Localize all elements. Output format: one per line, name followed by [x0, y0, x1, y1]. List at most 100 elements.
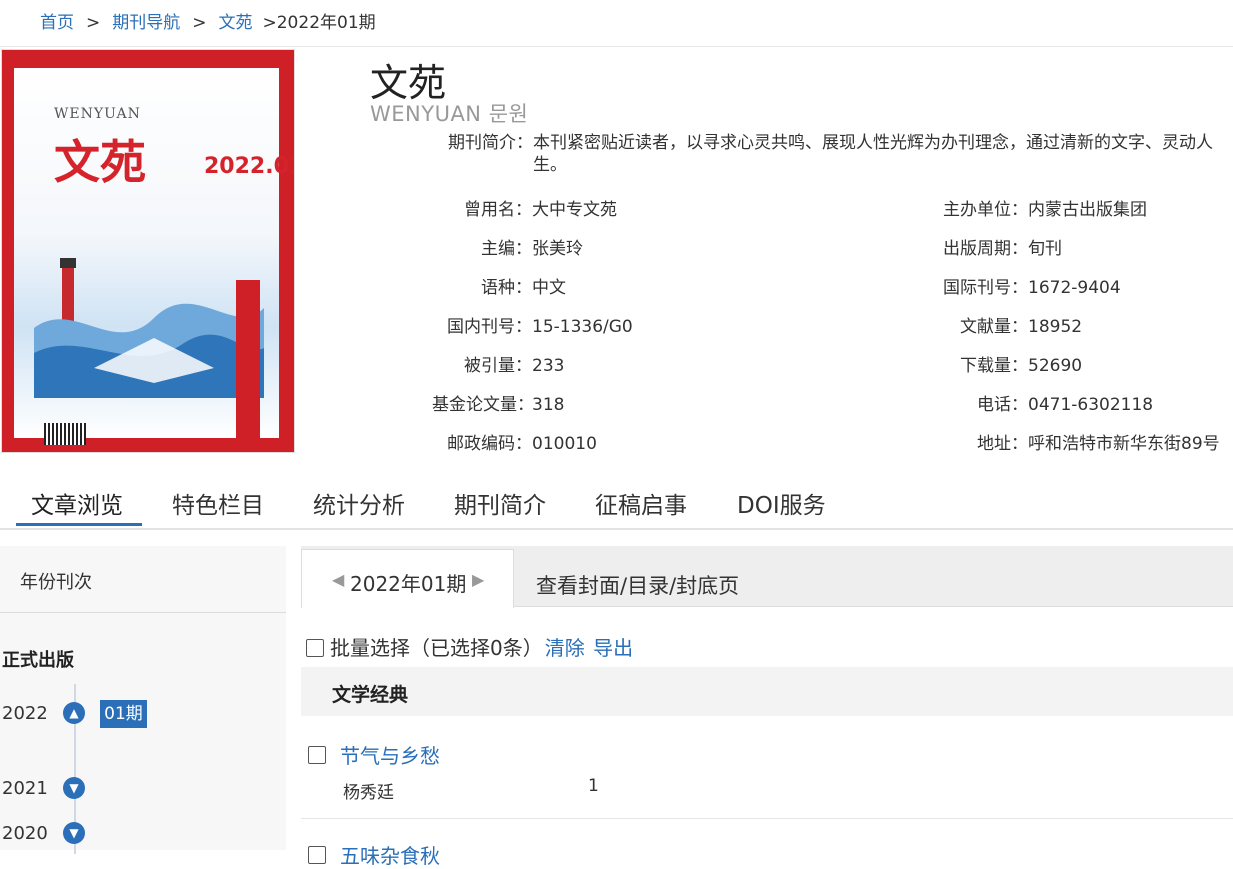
- article-title-link[interactable]: 五味杂食秋: [340, 840, 440, 869]
- info-value: 内蒙古出版集团: [1028, 200, 1147, 220]
- export-button[interactable]: 导出: [593, 636, 633, 660]
- info-key: 出版周期：: [943, 239, 1028, 259]
- info-value: 18952: [1028, 317, 1083, 337]
- info-cn-number: 国内刊号：15-1336/G0: [432, 312, 633, 337]
- info-key: 电话：: [977, 395, 1028, 415]
- list-item: 节气与乡愁 杨秀廷 1: [301, 730, 1233, 819]
- info-value: 中文: [532, 278, 566, 298]
- breadcrumb-current: >2022年01期: [262, 13, 376, 33]
- batch-select-label: 批量选择（已选择0条）: [330, 636, 543, 660]
- info-funded-papers: 基金论文量：318: [432, 390, 564, 415]
- info-sponsor: 主办单位：内蒙古出版集团: [938, 195, 1147, 220]
- breadcrumb-separator: >: [192, 13, 207, 33]
- cover-illustration: [34, 258, 264, 398]
- info-downloads: 下载量：52690: [938, 351, 1082, 376]
- current-issue-tab[interactable]: ◀ 2022年01期 ▶: [301, 549, 514, 608]
- year-label-2022: 2022: [2, 703, 48, 724]
- info-chief-editor: 主编：张美玲: [432, 234, 583, 259]
- section-header: 文学经典: [301, 667, 1233, 716]
- info-key: 曾用名：: [464, 200, 532, 220]
- cover-barcode: [44, 423, 86, 445]
- info-value: 1672-9404: [1028, 278, 1121, 298]
- info-key: 邮政编码：: [447, 434, 532, 454]
- breadcrumb: 首页 > 期刊导航 > 文苑 >2022年01期: [40, 8, 376, 33]
- info-key: 国内刊号：: [447, 317, 532, 337]
- batch-select-bar: 批量选择（已选择0条） 清除 导出: [306, 632, 633, 661]
- clear-button[interactable]: 清除: [545, 636, 585, 660]
- info-issn: 国际刊号：1672-9404: [938, 273, 1121, 298]
- main-tabs: 文章浏览 特色栏目 统计分析 期刊简介 征稿启事 DOI服务: [0, 474, 1233, 530]
- info-key: 主办单位：: [943, 200, 1028, 220]
- tab-featured-columns[interactable]: 特色栏目: [172, 486, 264, 520]
- cover-red-band: [236, 280, 260, 452]
- info-value: 318: [532, 395, 565, 415]
- breadcrumb-home-link[interactable]: 首页: [40, 13, 74, 33]
- chevron-up-icon[interactable]: ▲: [63, 702, 85, 724]
- cover-title-cn: 文苑: [54, 135, 146, 189]
- info-citations: 被引量：233: [432, 351, 564, 376]
- article-checkbox[interactable]: [308, 846, 326, 864]
- info-value: 010010: [532, 434, 597, 454]
- info-key: 基金论文量：: [432, 395, 534, 415]
- info-former-name: 曾用名：大中专文苑: [432, 195, 617, 220]
- info-value: 旬刊: [1028, 239, 1062, 259]
- journal-intro: 期刊简介：本刊紧密贴近读者，以寻求心灵共鸣、展现人性光辉为办刊理念，通过清新的文…: [440, 132, 1233, 176]
- cover-page: WENYUAN 文苑 2022.01: [14, 68, 294, 452]
- info-key: 被引量：: [464, 356, 532, 376]
- info-phone: 电话：0471-6302118: [938, 390, 1153, 415]
- info-value: 233: [532, 356, 565, 376]
- batch-select-checkbox[interactable]: [306, 639, 324, 657]
- sidebar-title: 年份刊次: [20, 572, 92, 593]
- cover-title-en: WENYUAN: [54, 106, 141, 122]
- info-language: 语种：中文: [432, 273, 566, 298]
- info-key: 文献量：: [960, 317, 1028, 337]
- article-author: 杨秀廷: [343, 783, 394, 803]
- top-divider: [0, 46, 1233, 47]
- info-value: 大中专文苑: [532, 200, 617, 220]
- info-key: 地址：: [977, 434, 1028, 454]
- info-key: 国际刊号：: [943, 278, 1028, 298]
- year-label-2020: 2020: [2, 823, 48, 844]
- info-address: 地址：呼和浩特市新华东街89号: [938, 429, 1220, 454]
- info-key: 下载量：: [960, 356, 1028, 376]
- article-title-link[interactable]: 节气与乡愁: [340, 740, 440, 769]
- info-value: 15-1336/G0: [532, 317, 633, 337]
- cover-issue: 2022.01: [204, 154, 294, 179]
- breadcrumb-journal-nav-link[interactable]: 期刊导航: [112, 13, 180, 33]
- intro-label: 期刊简介：: [448, 133, 533, 153]
- article-checkbox[interactable]: [308, 746, 326, 764]
- chevron-down-icon[interactable]: ▼: [63, 777, 85, 799]
- tab-article-browse[interactable]: 文章浏览: [31, 486, 123, 520]
- info-value: 0471-6302118: [1028, 395, 1154, 415]
- issue-tab-bar: ◀ 2022年01期 ▶ 查看封面/目录/封底页: [301, 546, 1233, 608]
- info-key: 主编：: [481, 239, 532, 259]
- sidebar-header: 年份刊次: [0, 546, 286, 613]
- tab-doi-service[interactable]: DOI服务: [737, 486, 826, 520]
- breadcrumb-journal-link[interactable]: 文苑: [219, 13, 253, 33]
- next-issue-icon[interactable]: ▶: [472, 570, 484, 589]
- tab-journal-intro[interactable]: 期刊简介: [454, 486, 546, 520]
- current-issue-label: 2022年01期: [350, 572, 467, 596]
- prev-issue-icon[interactable]: ◀: [332, 570, 344, 589]
- tab-statistics[interactable]: 统计分析: [313, 486, 405, 520]
- formal-publication-label: 正式出版: [2, 650, 74, 671]
- section-title: 文学经典: [332, 684, 409, 706]
- list-item: 五味杂食秋: [301, 838, 1233, 868]
- tab-call-for-papers[interactable]: 征稿启事: [595, 486, 687, 520]
- info-value: 呼和浩特市新华东街89号: [1028, 434, 1220, 454]
- info-postcode: 邮政编码：010010: [432, 429, 597, 454]
- year-issue-sidebar: 年份刊次 正式出版 2022 ▲ 01期 2021 ▼ 2020 ▼: [0, 546, 286, 854]
- issue-01-selected[interactable]: 01期: [100, 700, 147, 728]
- article-page: 1: [588, 776, 599, 796]
- year-label-2021: 2021: [2, 778, 48, 799]
- journal-subtitle: WENYUAN 문원: [370, 102, 529, 126]
- info-value: 52690: [1028, 356, 1083, 376]
- info-documents: 文献量：18952: [938, 312, 1082, 337]
- info-key: 语种：: [481, 278, 532, 298]
- journal-cover-image: WENYUAN 文苑 2022.01: [2, 50, 294, 452]
- info-value: 张美玲: [532, 239, 583, 259]
- intro-text: 本刊紧密贴近读者，以寻求心灵共鸣、展现人性光辉为办刊理念，通过清新的文字、灵动人…: [533, 133, 1213, 175]
- chevron-down-icon[interactable]: ▼: [63, 822, 85, 844]
- info-frequency: 出版周期：旬刊: [938, 234, 1062, 259]
- view-cover-toc-link[interactable]: 查看封面/目录/封底页: [536, 570, 739, 600]
